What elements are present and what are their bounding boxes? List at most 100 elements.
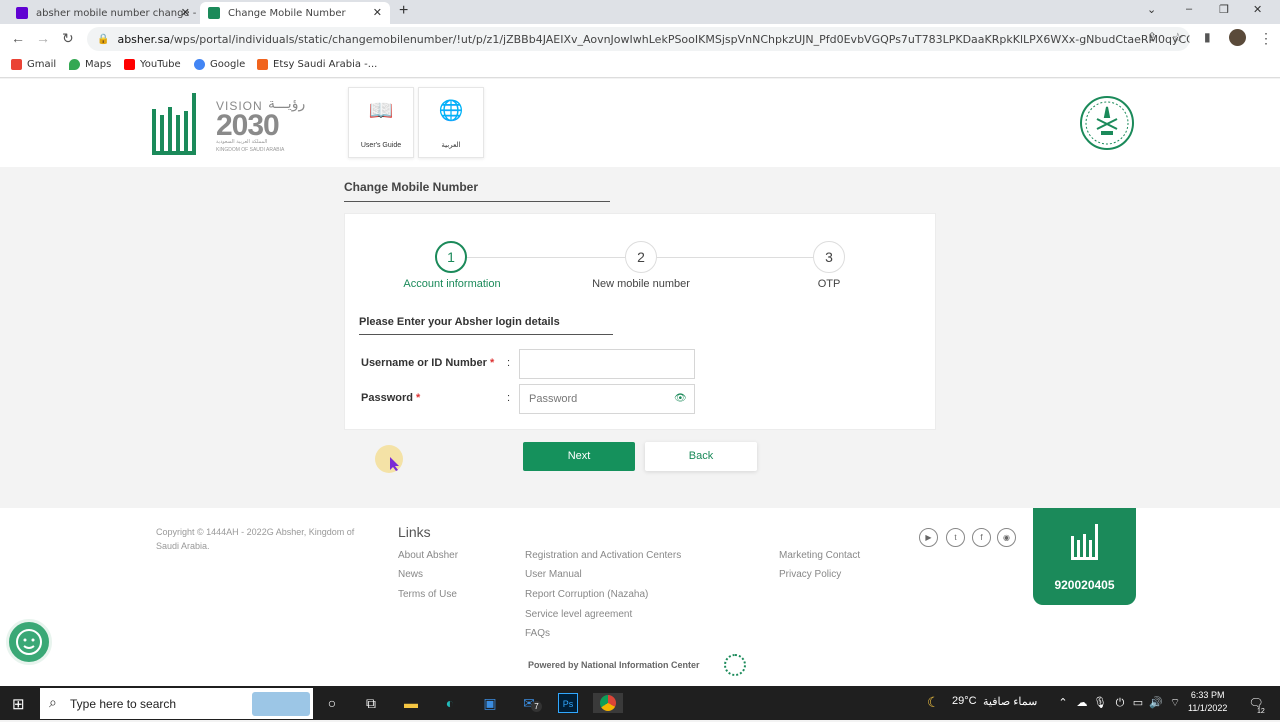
edge-icon[interactable]: ◐ (440, 693, 460, 713)
address-bar[interactable]: 🔒 absher.sa/wps/portal/individuals/stati… (87, 27, 1190, 51)
system-clock[interactable]: 6:33 PM 11/1/2022 (1188, 689, 1227, 715)
chatbot-button[interactable] (6, 619, 52, 665)
vision-kingdom-english: KINGDOM OF SAUDI ARABIA (216, 147, 285, 153)
mouse-cursor-icon (390, 457, 399, 471)
close-window-button[interactable]: ✕ (1253, 3, 1262, 16)
browser-tab-bar: absher mobile number change - ✕ Change M… (0, 0, 1280, 24)
close-tab-icon[interactable]: ✕ (181, 6, 190, 19)
absher-logo-icon[interactable] (150, 89, 200, 157)
store-icon[interactable]: ▣ (480, 693, 500, 713)
footer-link-terms[interactable]: Terms of Use (398, 589, 457, 600)
photoshop-icon[interactable]: Ps (558, 693, 578, 713)
battery-icon[interactable]: ▭ (1128, 693, 1148, 713)
back-button[interactable]: Back (645, 442, 757, 471)
snapchat-social-icon[interactable]: ◉ (997, 528, 1016, 547)
form-subtitle: Please Enter your Absher login details (359, 316, 560, 328)
volume-icon[interactable]: 🔊 (1146, 693, 1166, 713)
footer-link-news[interactable]: News (398, 569, 423, 580)
twitter-social-icon[interactable]: t (946, 528, 965, 547)
side-panel-icon[interactable]: ▮ (1204, 30, 1211, 44)
bookmark-gmail[interactable]: Gmail (11, 59, 56, 70)
tab-label: absher mobile number change - (36, 7, 197, 19)
reload-icon[interactable]: ↻ (62, 30, 74, 47)
bookmark-youtube[interactable]: YouTube (124, 59, 181, 70)
form-card: 1 2 3 Account information New mobile num… (344, 213, 936, 430)
required-mark: * (490, 357, 495, 369)
saudi-emblem-icon (1080, 96, 1134, 150)
users-guide-button[interactable]: 📖 User's Guide (348, 87, 414, 158)
page-title: Change Mobile Number (344, 180, 479, 194)
required-mark: * (416, 392, 421, 404)
step-connector (467, 257, 625, 258)
footer-link-marketing-contact[interactable]: Marketing Contact (779, 550, 860, 561)
cortana-icon[interactable]: ○ (322, 693, 342, 713)
minimize-button[interactable]: – (1186, 3, 1192, 15)
forward-arrow-icon[interactable]: → (36, 30, 50, 46)
footer-link-faqs[interactable]: FAQs (525, 628, 550, 639)
footer-link-sla[interactable]: Service level agreement (525, 609, 632, 620)
bookmark-google[interactable]: Google (194, 59, 245, 70)
footer-link-report-corruption[interactable]: Report Corruption (Nazaha) (525, 589, 648, 600)
tab-change-mobile-number[interactable]: Change Mobile Number ✕ (200, 2, 390, 24)
tab-absher-search[interactable]: absher mobile number change - ✕ (8, 2, 198, 24)
show-password-eye-icon[interactable]: 👁 (674, 393, 687, 404)
new-tab-button[interactable]: + (399, 2, 408, 20)
book-icon: 📖 (368, 100, 394, 122)
clock-date: 11/1/2022 (1188, 703, 1228, 713)
password-input[interactable] (519, 384, 695, 414)
network-icon[interactable]: ⌔ (1165, 693, 1185, 713)
onedrive-cloud-icon[interactable]: ☁ (1072, 693, 1092, 713)
tab-search-dropdown-icon[interactable]: ⌄ (1147, 3, 1156, 16)
microphone-icon[interactable]: 🎙 (1090, 693, 1110, 713)
task-view-icon[interactable]: ⧉ (361, 693, 381, 713)
weather-temperature: 29°C (952, 695, 977, 707)
lock-icon: 🔒 (97, 33, 110, 45)
notification-icon[interactable]: 🗨 12 (1246, 693, 1266, 715)
title-underline (344, 201, 610, 202)
notification-count: 12 (1257, 708, 1265, 715)
nic-logo-icon (724, 654, 746, 676)
step-3-circle: 3 (813, 241, 845, 273)
file-explorer-icon[interactable]: ▬ (401, 693, 421, 713)
footer-link-registration-centers[interactable]: Registration and Activation Centers (525, 550, 681, 561)
call-center-number: 920020405 (1054, 578, 1115, 592)
maximize-button[interactable]: ❐ (1219, 3, 1229, 16)
username-label-text: Username or ID Number (361, 357, 487, 369)
step-2-label: New mobile number (592, 278, 690, 290)
search-icon: ⌕ (49, 694, 57, 710)
windows-start-icon[interactable]: ⊞ (12, 695, 25, 713)
taskbar-search-box[interactable]: ⌕ Type here to search (40, 688, 313, 719)
youtube-social-icon[interactable]: ▶ (919, 528, 938, 547)
step-1-label: Account information (403, 278, 501, 290)
links-title: Links (398, 524, 431, 540)
close-tab-icon[interactable]: ✕ (373, 6, 382, 19)
bookmark-etsy[interactable]: Etsy Saudi Arabia -... (257, 59, 377, 70)
footer-link-privacy-policy[interactable]: Privacy Policy (779, 569, 841, 580)
profile-avatar[interactable] (1229, 29, 1246, 46)
bookmark-maps[interactable]: Maps (69, 59, 111, 70)
username-input[interactable] (519, 349, 695, 379)
share-icon[interactable]: ⇪ (1147, 30, 1157, 44)
call-center-box[interactable]: 920020405 (1033, 508, 1136, 605)
etsy-icon (257, 59, 268, 70)
chrome-taskbar-icon[interactable] (593, 693, 623, 713)
footer-link-user-manual[interactable]: User Manual (525, 569, 582, 580)
bookmark-label: YouTube (140, 59, 181, 70)
username-label: Username or ID Number * (361, 357, 494, 369)
google-icon (194, 59, 205, 70)
weather-moon-icon[interactable]: ☾ (927, 694, 940, 711)
copyright-text: Copyright © 1444AH - 2022G Absher, Kingd… (156, 527, 355, 551)
vision-2030-logo: VISION رؤيـــة 2030 المملكة العربية السع… (216, 96, 305, 159)
bookmark-star-icon[interactable]: ☆ (1172, 30, 1184, 46)
tray-overflow-icon[interactable]: ⌃ (1053, 693, 1073, 713)
facebook-social-icon[interactable]: f (972, 528, 991, 547)
language-button[interactable]: 🌐 العربية (418, 87, 484, 158)
colon: : (507, 357, 511, 369)
menu-kebab-icon[interactable]: ⋮ (1259, 30, 1273, 47)
power-icon[interactable]: ⏻ (1110, 693, 1130, 713)
back-arrow-icon[interactable]: ← (11, 30, 25, 46)
next-button[interactable]: Next (523, 442, 635, 471)
mail-icon[interactable]: ✉ 7 (519, 693, 542, 713)
footer-link-about[interactable]: About Absher (398, 550, 458, 561)
absher-logo-white-icon (1071, 524, 1098, 560)
